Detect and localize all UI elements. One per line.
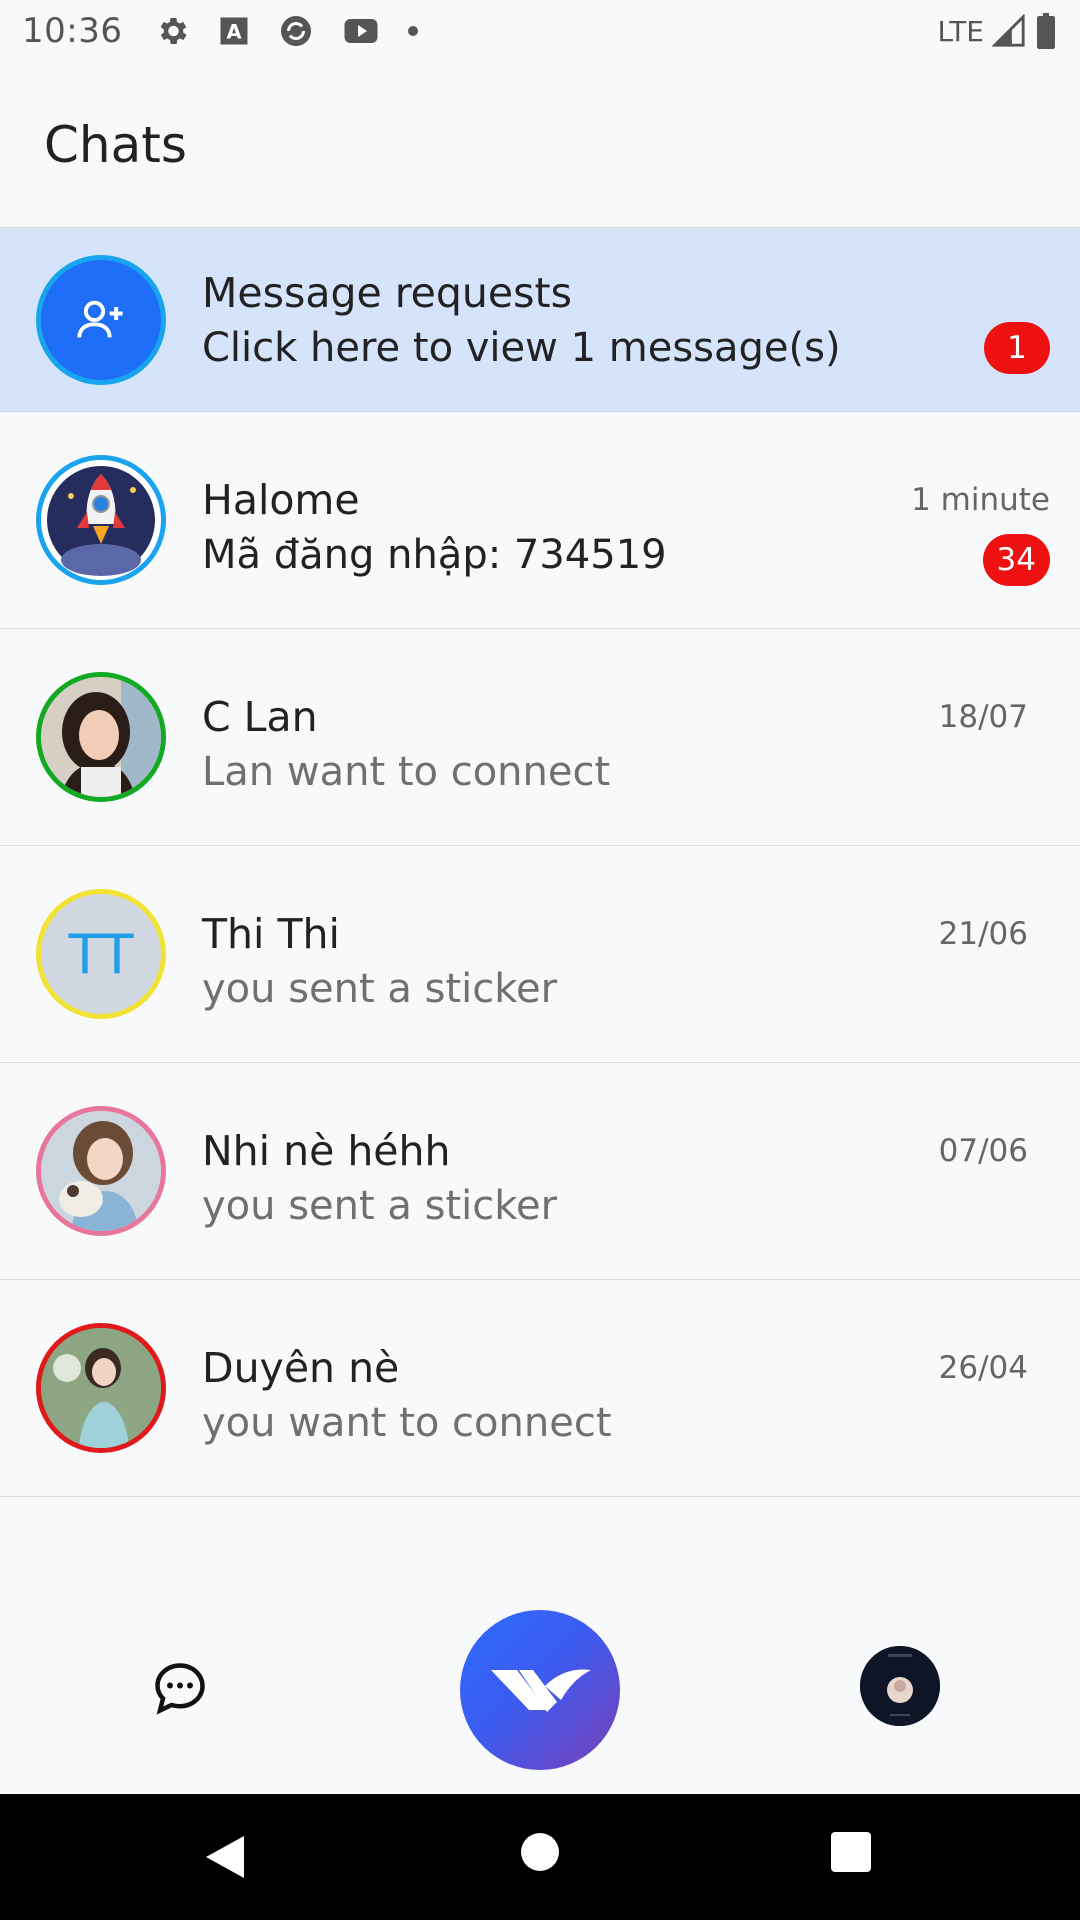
system-navigation-bar	[0, 1794, 1080, 1920]
chat-row-halome[interactable]: Halome Mã đăng nhập: 734519 1 minute 34	[0, 412, 1080, 629]
home-icon[interactable]	[521, 1833, 559, 1871]
avatar-initials: TT	[68, 922, 134, 986]
chat-time: 1 minute	[911, 482, 1050, 518]
chat-last-message: you sent a sticker	[202, 1183, 558, 1229]
message-requests-subtitle: Click here to view 1 message(s)	[202, 325, 841, 371]
unread-badge: 34	[982, 534, 1050, 586]
chat-row-duyen[interactable]: Duyên nè you want to connect 26/04	[0, 1280, 1080, 1497]
chat-name: C Lan	[202, 693, 318, 741]
person-add-icon	[77, 300, 123, 338]
chat-bubble-icon[interactable]	[150, 1658, 210, 1718]
dot-icon	[408, 26, 419, 36]
gear-icon	[161, 17, 188, 45]
svg-text:A: A	[227, 21, 242, 44]
unread-badge: 1	[984, 322, 1050, 374]
signal-icon	[992, 14, 1025, 47]
profile-photo	[41, 1328, 161, 1448]
chat-time: 18/07	[938, 699, 1028, 735]
app-logo-icon	[491, 1669, 591, 1712]
chat-last-message: you sent a sticker	[202, 966, 558, 1012]
profile-photo	[41, 1111, 161, 1231]
chat-name: Halome	[202, 476, 360, 524]
a-box-icon: A	[220, 17, 248, 45]
chat-last-message: you want to connect	[202, 1400, 612, 1446]
status-bar: 10:36 A LTE	[0, 0, 1080, 62]
network-type: LTE	[937, 14, 984, 48]
app-logo-button[interactable]	[460, 1610, 620, 1770]
youtube-icon	[344, 19, 378, 43]
avatar	[36, 672, 166, 802]
app-header: Chats	[0, 62, 1080, 228]
status-time: 10:36	[22, 11, 123, 51]
chat-list: Message requests Click here to view 1 me…	[0, 229, 1080, 1497]
chat-row-thi-thi[interactable]: TT Thi Thi you sent a sticker 21/06	[0, 846, 1080, 1063]
chat-last-message: Lan want to connect	[202, 749, 611, 795]
avatar: TT	[36, 889, 166, 1019]
chat-last-message: Mã đăng nhập: 734519	[202, 532, 667, 578]
profile-photo	[860, 1646, 940, 1726]
chat-name: Duyên nè	[202, 1344, 400, 1392]
page-title: Chats	[44, 115, 187, 174]
profile-photo	[41, 677, 161, 797]
avatar	[36, 1323, 166, 1453]
chat-row-c-lan[interactable]: C Lan Lan want to connect 18/07	[0, 629, 1080, 846]
message-requests-avatar	[36, 255, 166, 385]
back-icon[interactable]	[204, 1834, 246, 1880]
avatar	[36, 1106, 166, 1236]
chat-row-nhi[interactable]: Nhi nè héhh you sent a sticker 07/06	[0, 1063, 1080, 1280]
chat-time: 07/06	[938, 1133, 1028, 1169]
message-requests-row[interactable]: Message requests Click here to view 1 me…	[0, 229, 1080, 412]
recents-icon[interactable]	[831, 1832, 871, 1872]
bottom-nav	[0, 1590, 1080, 1794]
battery-icon	[1037, 13, 1055, 49]
rocket-icon	[41, 460, 161, 580]
chat-name: Thi Thi	[202, 910, 340, 958]
chat-time: 26/04	[938, 1350, 1028, 1386]
profile-avatar[interactable]	[860, 1646, 940, 1726]
chat-name: Nhi nè héhh	[202, 1127, 451, 1175]
sync-icon	[281, 16, 312, 46]
message-requests-title: Message requests	[202, 269, 572, 317]
chat-time: 21/06	[938, 916, 1028, 952]
avatar	[36, 455, 166, 585]
